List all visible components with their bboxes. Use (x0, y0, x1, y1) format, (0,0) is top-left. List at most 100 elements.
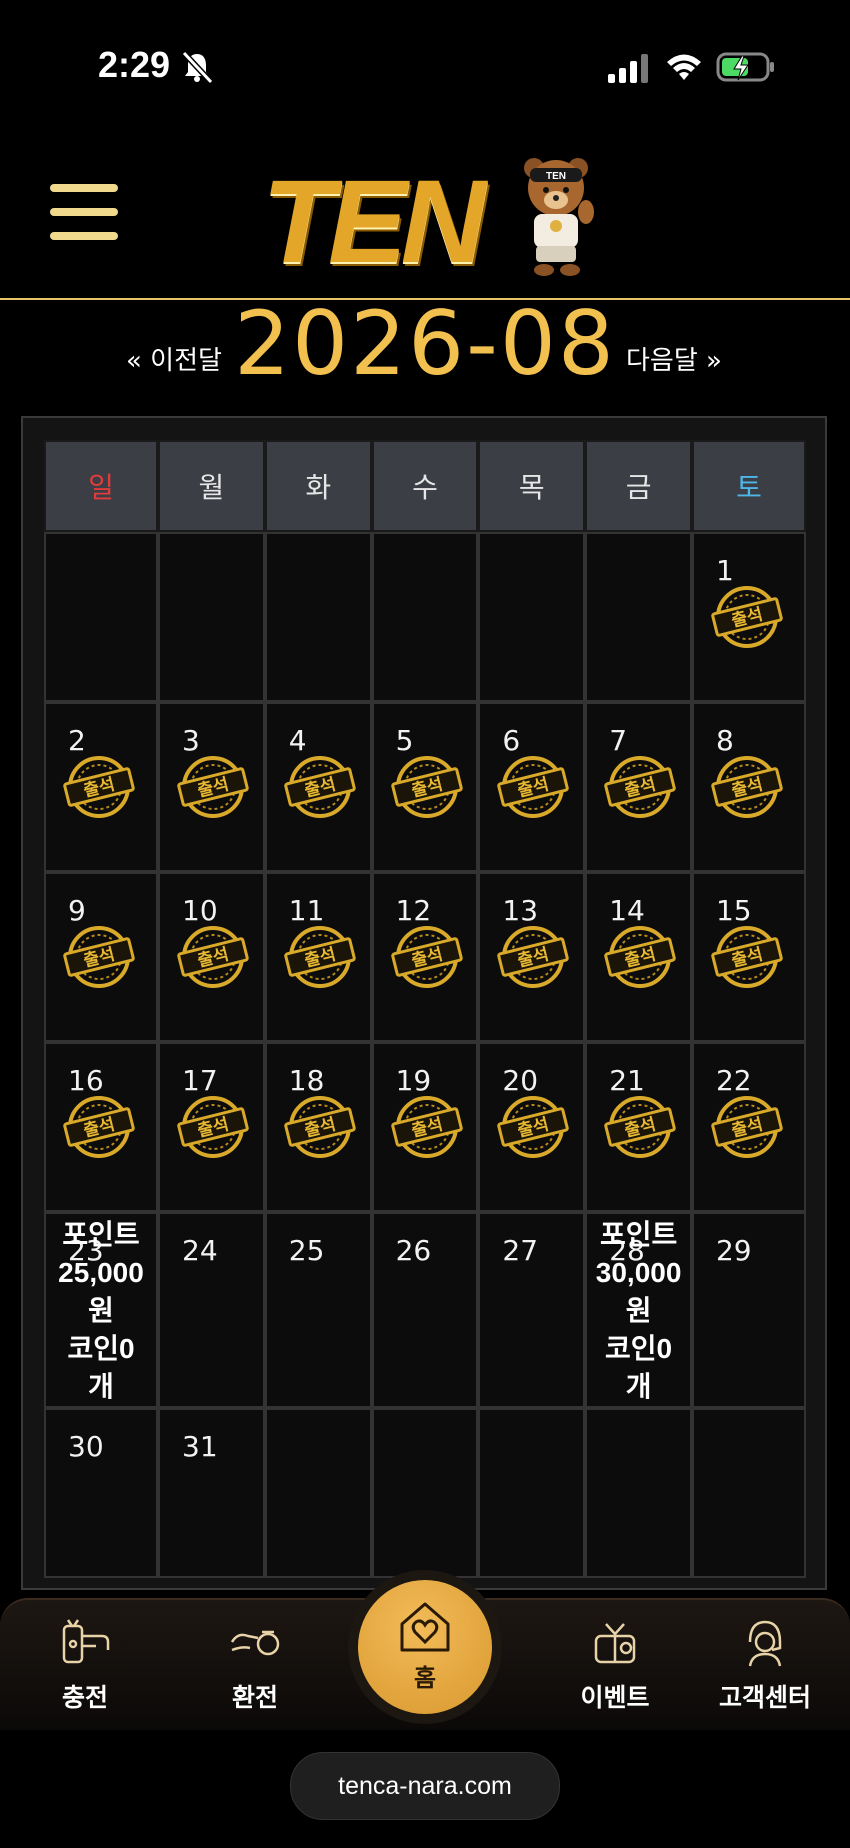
calendar-day-cell[interactable]: 10 출석 (158, 872, 265, 1042)
nav-exchange-label: 환전 (231, 1683, 278, 1712)
nav-event[interactable]: 이벤트 (550, 1612, 680, 1722)
home-label: 홈 (413, 1664, 437, 1692)
calendar-day-cell[interactable]: 8 출석 (691, 702, 806, 872)
day-number: 5 (395, 724, 414, 757)
bell-muted-icon (181, 50, 214, 84)
reward-line: 포인트 (599, 1219, 678, 1250)
attendance-stamp-icon: 출석 (497, 926, 570, 988)
calendar-empty-cell (264, 532, 372, 702)
calendar-week-row: 16 출석 17 출석 18 출석 19 출석 20 출석 21 출석 22 출석 (44, 1042, 806, 1212)
calendar-day-cell[interactable]: 24 (158, 1212, 265, 1408)
calendar-day-cell[interactable]: 18 출석 (264, 1042, 372, 1212)
calendar-day-cell[interactable]: 19 출석 (371, 1042, 479, 1212)
attendance-stamp-icon: 출석 (497, 756, 570, 818)
calendar-empty-cell (478, 532, 586, 702)
charge-icon (62, 1619, 110, 1664)
day-number: 6 (502, 724, 521, 757)
calendar-day-cell[interactable]: 7 출석 (585, 702, 692, 872)
calendar-day-cell[interactable]: 27 (478, 1212, 586, 1408)
status-time: 2:29 (98, 44, 171, 85)
day-number: 13 (502, 894, 539, 927)
url-text: tenca-nara.com (338, 1771, 512, 1800)
calendar-day-cell[interactable]: 28 포인트 30,000 원 코인0 개 (585, 1212, 692, 1408)
calendar-day-cell[interactable]: 6 출석 (478, 702, 586, 872)
gift-icon (594, 1623, 636, 1664)
calendar-week-row: 2 출석 3 출석 4 출석 5 출석 6 출석 7 출석 8 출석 (44, 702, 806, 872)
calendar-empty-cell (585, 532, 692, 702)
calendar-day-cell[interactable]: 16 출석 (44, 1042, 158, 1212)
day-number: 20 (502, 1064, 539, 1097)
calendar-day-cell[interactable]: 11 출석 (264, 872, 372, 1042)
calendar-day-cell[interactable]: 30 (44, 1408, 158, 1578)
day-number: 22 (715, 1064, 752, 1097)
attendance-stamp-icon: 출석 (63, 756, 135, 818)
reward-text: 포인트 25,000 원 코인0 개 (46, 1216, 156, 1406)
calendar-day-cell[interactable]: 4 출석 (264, 702, 372, 872)
calendar-day-cell[interactable]: 25 (264, 1212, 372, 1408)
calendar-day-cell[interactable]: 23 포인트 25,000 원 코인0 개 (44, 1212, 158, 1408)
weekday-header: 화 (264, 440, 372, 532)
calendar-empty-cell (264, 1408, 372, 1578)
attendance-stamp-icon: 출석 (284, 756, 356, 818)
calendar-day-cell[interactable]: 2 출석 (44, 702, 158, 872)
attendance-stamp-icon: 출석 (390, 926, 463, 988)
day-number: 30 (68, 1430, 104, 1463)
day-number: 3 (182, 724, 200, 757)
exchange-icon (230, 1630, 280, 1656)
day-number: 16 (68, 1064, 104, 1097)
day-number: 9 (68, 894, 86, 927)
day-number: 19 (395, 1064, 432, 1097)
status-bar: 2:29 (0, 0, 850, 120)
calendar-empty-cell (691, 1408, 806, 1578)
nav-charge[interactable]: 충전 (20, 1612, 150, 1722)
calendar-empty-cell (158, 532, 265, 702)
calendar-day-cell[interactable]: 1 출석 (691, 532, 806, 702)
nav-charge-label: 충전 (61, 1683, 108, 1712)
day-number: 21 (609, 1064, 645, 1097)
day-number: 1 (715, 554, 734, 587)
day-number: 14 (609, 894, 645, 927)
calendar-empty-cell (371, 532, 479, 702)
weekday-header: 수 (371, 440, 479, 532)
svg-text:TEN: TEN (546, 171, 566, 182)
calendar-day-cell[interactable]: 31 (158, 1408, 265, 1578)
calendar-day-cell[interactable]: 14 출석 (585, 872, 692, 1042)
calendar-day-cell[interactable]: 20 출석 (478, 1042, 586, 1212)
attendance-stamp-icon: 출석 (390, 1096, 463, 1158)
calendar-week-row: 1 출석 (44, 532, 806, 702)
day-number: 12 (395, 894, 432, 927)
calendar-day-cell[interactable]: 5 출석 (371, 702, 479, 872)
reward-line: 25,000 (58, 1257, 144, 1288)
day-number: 2 (68, 724, 86, 757)
app-header: TEN TEN (0, 120, 850, 300)
attendance-stamp-icon: 출석 (711, 926, 783, 988)
day-number: 7 (609, 724, 628, 757)
ten-logo[interactable]: TEN TEN (262, 150, 594, 300)
weekday-header: 금 (585, 440, 692, 532)
reward-text: 포인트 30,000 원 코인0 개 (587, 1216, 690, 1406)
next-month-link[interactable]: 다음달 » (626, 340, 722, 377)
calendar-day-cell[interactable]: 17 출석 (158, 1042, 265, 1212)
nav-exchange[interactable]: 환전 (190, 1612, 320, 1722)
attendance-stamp-icon: 출석 (497, 1096, 570, 1158)
attendance-stamp-icon: 출석 (63, 1096, 135, 1158)
calendar-day-cell[interactable]: 13 출석 (478, 872, 586, 1042)
calendar-day-cell[interactable]: 21 출석 (585, 1042, 692, 1212)
attendance-stamp-icon: 출석 (711, 1096, 783, 1158)
calendar-day-cell[interactable]: 9 출석 (44, 872, 158, 1042)
calendar-day-cell[interactable]: 29 (691, 1212, 806, 1408)
calendar-day-cell[interactable]: 3 출석 (158, 702, 265, 872)
reward-line: 30,000 (595, 1257, 682, 1288)
day-number: 27 (502, 1234, 539, 1267)
home-button[interactable]: 홈 (358, 1580, 492, 1714)
calendar-day-cell[interactable]: 26 (371, 1212, 479, 1408)
url-bar[interactable]: tenca-nara.com (290, 1752, 560, 1820)
nav-support[interactable]: 고객센터 (700, 1612, 830, 1722)
calendar-day-cell[interactable]: 15 출석 (691, 872, 806, 1042)
attendance-stamp-icon: 출석 (284, 1096, 356, 1158)
calendar-day-cell[interactable]: 22 출석 (691, 1042, 806, 1212)
calendar-day-cell[interactable]: 12 출석 (371, 872, 479, 1042)
hamburger-menu-icon[interactable] (50, 184, 118, 242)
attendance-stamp-icon: 출석 (177, 1096, 249, 1158)
day-number: 26 (395, 1234, 432, 1267)
